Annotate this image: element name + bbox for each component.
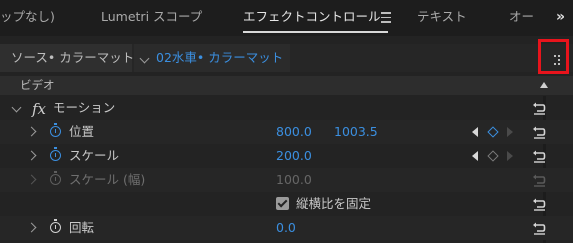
scroll-up-arrow-icon[interactable] (540, 82, 548, 88)
scale-width-label: スケール (幅) (69, 172, 146, 187)
tab-caption-off[interactable]: ップなし) (0, 0, 55, 36)
panel-menu-icon[interactable] (381, 12, 391, 26)
position-x-value[interactable]: 800.0 (276, 120, 312, 144)
rotation-value[interactable]: 0.0 (276, 216, 296, 240)
stopwatch-icon[interactable] (50, 219, 61, 233)
stopwatch-icon[interactable] (50, 147, 61, 161)
next-keyframe-icon[interactable] (507, 127, 513, 137)
tab-lumetri-scopes[interactable]: Lumetri スコープ (101, 0, 202, 36)
tab-audio[interactable]: オー (509, 0, 534, 36)
motion-label: モーション (53, 100, 116, 115)
tab-overflow-icon[interactable]: » (556, 0, 565, 34)
scale-label: スケール (69, 148, 120, 163)
position-y-value[interactable]: 1003.5 (334, 120, 378, 144)
master-clip-label[interactable]: ソース• カラーマット (11, 44, 134, 72)
reset-icon[interactable] (532, 197, 546, 211)
scale-value[interactable]: 200.0 (276, 144, 312, 168)
tab-text[interactable]: テキスト (417, 0, 467, 36)
timeline-view-toggle-icon[interactable] (554, 55, 560, 65)
active-tab-indicator (243, 31, 388, 33)
reset-icon[interactable] (532, 149, 546, 163)
reset-icon (533, 174, 546, 187)
stopwatch-icon[interactable] (50, 123, 61, 137)
previous-keyframe-icon[interactable] (472, 127, 478, 137)
scale-width-value: 100.0 (276, 172, 312, 187)
video-section-bar (0, 76, 573, 95)
reset-icon[interactable] (532, 221, 546, 235)
fx-icon[interactable]: fx (32, 100, 46, 118)
position-label: 位置 (69, 124, 95, 139)
sequence-clip-label[interactable]: 02水車• カラーマット (156, 44, 283, 72)
video-section-label: ビデオ (20, 78, 55, 92)
rotation-label: 回転 (69, 220, 95, 235)
reset-icon[interactable] (532, 101, 546, 115)
stopwatch-icon (50, 171, 61, 185)
previous-keyframe-icon[interactable] (472, 151, 478, 161)
next-keyframe-icon[interactable] (507, 151, 513, 161)
uniform-scale-label: 縦横比を固定 (296, 196, 372, 211)
reset-icon[interactable] (532, 125, 546, 139)
uniform-scale-checkbox[interactable] (276, 197, 289, 210)
